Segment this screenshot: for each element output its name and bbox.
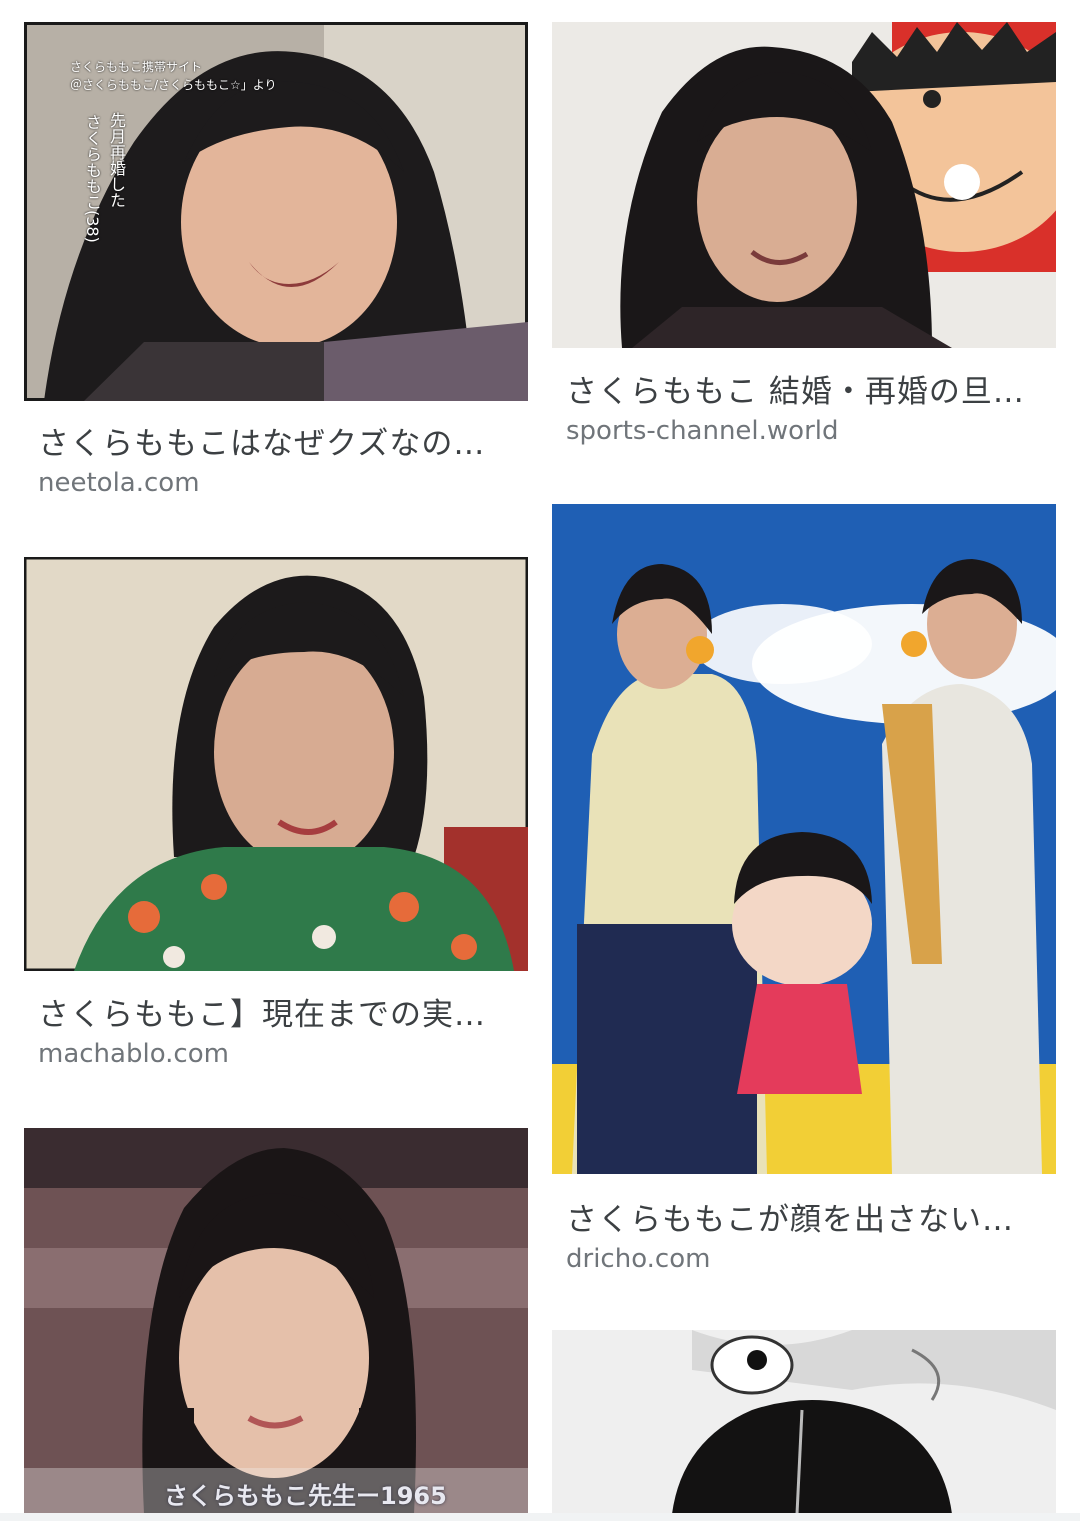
result-source[interactable]: sports-channel.world bbox=[566, 416, 839, 446]
result-source[interactable]: dricho.com bbox=[566, 1244, 710, 1274]
overlay-name-text: さくらももこ(38) bbox=[83, 114, 102, 243]
portrait-photo bbox=[24, 557, 528, 971]
result-source[interactable]: neetola.com bbox=[38, 468, 200, 498]
overlay-vertical-text: 先月再婚した bbox=[107, 112, 126, 208]
poster-photo bbox=[552, 504, 1056, 1174]
result-thumbnail[interactable] bbox=[552, 1330, 1056, 1514]
result-thumbnail[interactable] bbox=[24, 557, 528, 971]
result-title[interactable]: さくらももこ】現在までの実… bbox=[38, 989, 486, 1034]
image-results-grid: さくらももこ携帯サイト ＠さくらももこ/さくらももこ☆」より 先月再婚した さく… bbox=[0, 0, 1080, 1521]
overlay-caption: さくらももこ先生ー1965 bbox=[164, 1482, 447, 1510]
result-title[interactable]: さくらももこはなぜクズなの… bbox=[38, 418, 485, 463]
result-source[interactable]: machablo.com bbox=[38, 1039, 229, 1069]
image-result-card[interactable]: さくらももこ】現在までの実… machablo.com bbox=[24, 557, 528, 1077]
portrait-photo bbox=[24, 1128, 528, 1514]
portrait-photo bbox=[552, 22, 1056, 348]
result-thumbnail[interactable] bbox=[552, 504, 1056, 1174]
bottom-edge bbox=[0, 1513, 1080, 1521]
image-result-card[interactable]: さくらももこが顔を出さない… dricho.com bbox=[552, 504, 1056, 1274]
image-result-card[interactable]: さくらももこ携帯サイト ＠さくらももこ/さくらももこ☆」より 先月再婚した さく… bbox=[24, 22, 528, 502]
portrait-photo bbox=[552, 1330, 1056, 1514]
result-title[interactable]: さくらももこが顔を出さない… bbox=[566, 1194, 1014, 1239]
result-thumbnail[interactable]: さくらももこ先生ー1965 bbox=[24, 1128, 528, 1514]
image-result-card[interactable]: さくらももこ 結婚・再婚の旦… sports-channel.world bbox=[552, 22, 1056, 462]
image-result-card[interactable] bbox=[552, 1330, 1056, 1514]
result-thumbnail[interactable] bbox=[552, 22, 1056, 348]
result-title[interactable]: さくらももこ 結婚・再婚の旦… bbox=[566, 366, 1025, 411]
image-result-card[interactable]: さくらももこ先生ー1965 bbox=[24, 1128, 528, 1514]
overlay-caption: さくらももこ携帯サイト ＠さくらももこ/さくらももこ☆」より bbox=[70, 60, 277, 92]
result-thumbnail[interactable]: さくらももこ携帯サイト ＠さくらももこ/さくらももこ☆」より 先月再婚した さく… bbox=[24, 22, 528, 401]
